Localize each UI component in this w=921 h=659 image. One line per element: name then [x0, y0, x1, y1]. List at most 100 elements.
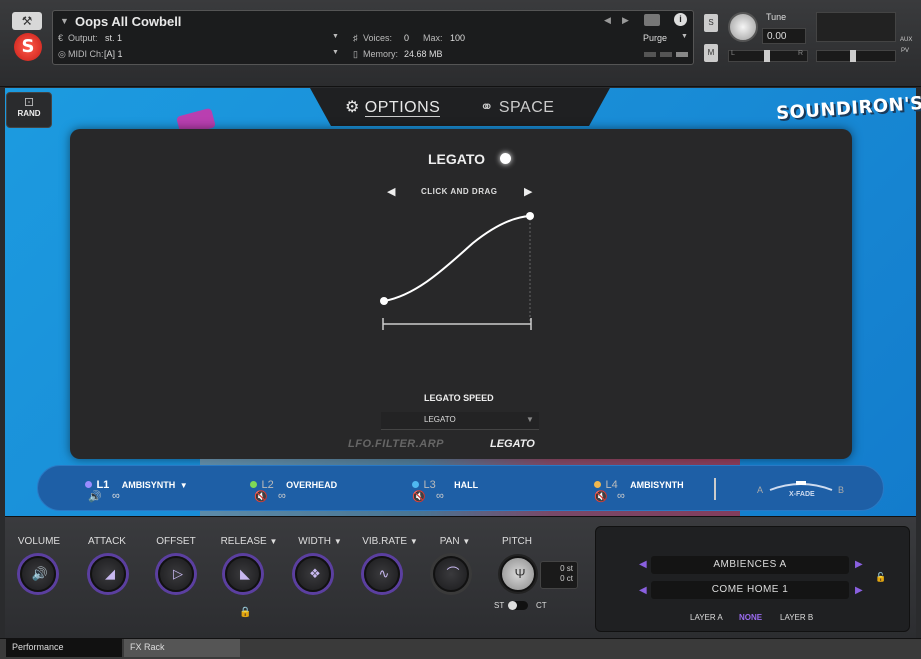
rand-button[interactable]: ⚀ RAND	[6, 92, 52, 128]
next-preset-icon[interactable]: ▶	[855, 585, 863, 596]
purge-dropdown-icon[interactable]: ▼	[681, 33, 688, 40]
meter-segment	[676, 52, 688, 57]
midi-dropdown-icon[interactable]: ▼	[332, 49, 339, 56]
voices-label: Voices:	[363, 33, 393, 43]
pv-label[interactable]: PV	[901, 48, 909, 54]
release-label-text: RELEASE	[220, 536, 267, 547]
max-value[interactable]: 100	[450, 33, 465, 43]
offset-label: OFFSET	[156, 536, 196, 547]
xfade-label: X-FADE	[789, 491, 815, 498]
wave-icon: ∿	[378, 566, 390, 581]
volume-label: VOLUME	[17, 536, 61, 547]
legato-speed-value: LEGATO	[424, 415, 456, 424]
release-knob[interactable]: ◣	[225, 556, 261, 592]
pan-arc-icon: ⌒	[446, 566, 460, 581]
layer-b-button[interactable]: LAYER B	[780, 613, 813, 622]
aux-label[interactable]: AUX	[900, 37, 912, 43]
offset-knob[interactable]: ▷	[158, 556, 194, 592]
attack-knob[interactable]: ◢	[90, 556, 126, 592]
prev-instrument-icon[interactable]: ◀	[604, 15, 611, 26]
legato-power-button[interactable]	[500, 153, 511, 164]
midi-label: MIDI Ch:	[68, 49, 104, 59]
xfade-slider[interactable]	[768, 478, 834, 492]
release-label[interactable]: RELEASE ▼	[214, 536, 284, 547]
prev-preset-icon[interactable]: ◀	[639, 559, 647, 570]
width-knob[interactable]: ❖	[295, 556, 331, 592]
output-icon: €	[58, 33, 64, 43]
speaker-icon[interactable]: 🔊	[88, 490, 102, 503]
speaker-muted-icon[interactable]: 🔇	[594, 490, 608, 503]
next-instrument-icon[interactable]: ▶	[622, 15, 629, 26]
tab-fx-rack[interactable]: FX Rack	[124, 639, 240, 657]
pitch-knob[interactable]: Ψ	[500, 556, 536, 592]
pitch-display[interactable]: 0 st 0 ct	[540, 561, 578, 589]
tune-knob[interactable]	[728, 12, 758, 42]
tab-space-label: SPACE	[498, 99, 555, 116]
offset-icon: ▷	[173, 566, 183, 581]
tune-value[interactable]: 0.00	[762, 28, 806, 44]
instrument-name[interactable]: Oops All Cowbell	[75, 14, 181, 29]
midi-value[interactable]: [A] 1	[104, 49, 123, 59]
rand-label: RAND	[17, 109, 41, 118]
speaker-muted-icon[interactable]: 🔇	[412, 490, 426, 503]
chevron-down-icon: ▼	[409, 537, 418, 546]
legato-curve-editor[interactable]	[378, 205, 538, 335]
width-label[interactable]: WIDTH ▼	[285, 536, 355, 547]
pitch-st-value: 0 st	[560, 564, 573, 573]
speaker-muted-icon[interactable]: 🔇	[254, 490, 268, 503]
link-icon[interactable]: ∞	[112, 490, 120, 502]
solo-button[interactable]: S	[704, 14, 718, 32]
pan-left-label: L	[731, 50, 735, 57]
link-icon[interactable]: ∞	[278, 490, 286, 502]
lock-icon[interactable]: 🔓	[875, 572, 886, 583]
pan-label[interactable]: PAN ▼	[420, 536, 490, 547]
none-button[interactable]: NONE	[739, 613, 762, 622]
mode-legato[interactable]: LEGATO	[490, 438, 535, 450]
pan-right-label: R	[798, 50, 804, 57]
link-icon[interactable]: ∞	[617, 490, 625, 502]
legato-title: LEGATO	[428, 151, 486, 167]
prev-curve-icon[interactable]: ◀	[387, 185, 395, 198]
width-icon: ❖	[309, 566, 321, 581]
tab-space[interactable]: ⚭ SPACE	[480, 97, 554, 117]
vibrate-label[interactable]: VIB.RATE ▼	[355, 536, 425, 547]
purge-button[interactable]: Purge	[643, 33, 667, 43]
volume-slider-handle[interactable]	[850, 50, 856, 62]
info-icon[interactable]: i	[674, 13, 687, 26]
divider	[714, 478, 716, 500]
output-label: Output:	[68, 33, 98, 43]
preset-field-1[interactable]: AMBIENCES A	[651, 556, 849, 574]
link-icon[interactable]: ∞	[436, 490, 444, 502]
lock-icon[interactable]: 🔒	[239, 607, 251, 618]
mute-button[interactable]: M	[704, 44, 718, 62]
width-label-text: WIDTH	[298, 536, 332, 547]
chevron-down-icon[interactable]: ▼	[180, 481, 188, 490]
memory-value: 24.68 MB	[404, 49, 443, 59]
xfade-b-label: B	[838, 485, 845, 495]
volume-slider[interactable]	[816, 50, 896, 62]
vibrate-knob[interactable]: ∿	[364, 556, 400, 592]
pan-knob[interactable]: ⌒	[433, 556, 469, 592]
preset-field-2[interactable]: COME HOME 1	[651, 581, 849, 599]
max-label: Max:	[423, 33, 443, 43]
tab-performance[interactable]: Performance	[6, 639, 122, 657]
next-preset-icon[interactable]: ▶	[855, 559, 863, 570]
output-value[interactable]: st. 1	[105, 33, 122, 43]
wrench-icon[interactable]: ⚒	[12, 12, 42, 30]
layer-l2-name: OVERHEAD	[286, 480, 338, 490]
volume-knob[interactable]: 🔊	[20, 556, 56, 592]
tab-options[interactable]: ⚙ OPTIONS	[345, 97, 441, 117]
instrument-menu-arrow-icon[interactable]: ▼	[60, 16, 69, 26]
legato-speed-dropdown[interactable]: LEGATO ▼	[381, 412, 539, 430]
pan-slider-handle[interactable]	[764, 50, 770, 62]
camera-icon[interactable]	[644, 14, 660, 26]
prev-preset-icon[interactable]: ◀	[639, 585, 647, 596]
st-label: ST	[494, 601, 505, 610]
next-curve-icon[interactable]: ▶	[524, 185, 532, 198]
dice-icon: ⚀	[24, 97, 34, 109]
mode-lfo-filter-arp[interactable]: LFO.FILTER.ARP	[348, 438, 444, 450]
output-dropdown-icon[interactable]: ▼	[332, 33, 339, 40]
click-and-drag-label: CLICK AND DRAG	[421, 187, 498, 196]
layer-a-button[interactable]: LAYER A	[690, 613, 723, 622]
st-ct-toggle[interactable]	[508, 601, 528, 610]
